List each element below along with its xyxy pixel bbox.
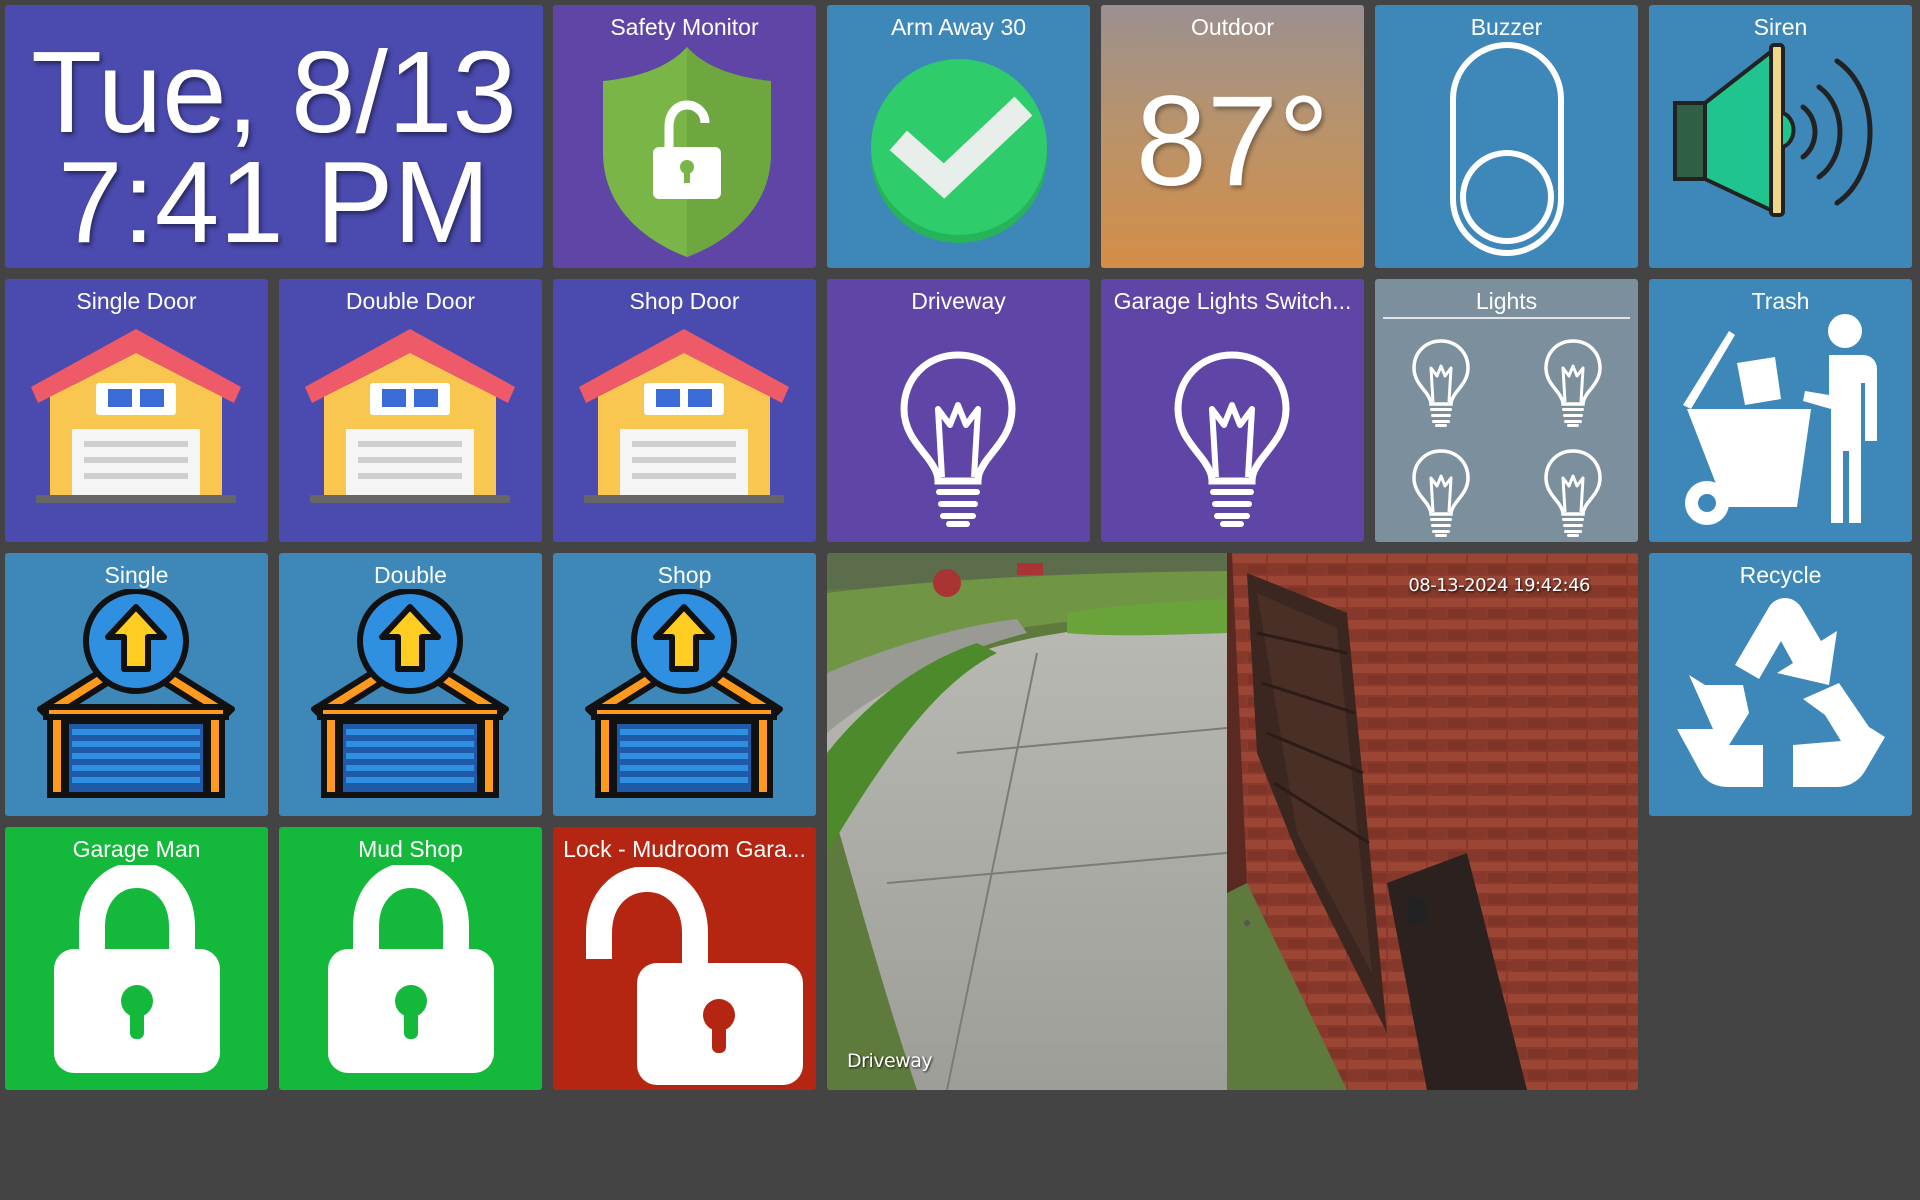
lightbulb-icon <box>1543 447 1603 537</box>
garage-open-icon <box>26 589 246 799</box>
garage-open-icon <box>300 589 520 799</box>
tile-title: Siren <box>1753 14 1808 40</box>
shield-unlocked-icon <box>603 47 771 257</box>
tile-title: Safety Monitor <box>610 14 759 40</box>
garage-man-lock-tile[interactable]: Garage Man <box>5 827 268 1090</box>
lock-locked-icon <box>52 865 222 1075</box>
driveway-camera-feed[interactable]: 08-13-2024 19:42:46 Driveway <box>827 553 1638 1090</box>
camera-label: Driveway <box>847 1050 933 1072</box>
single-door-tile[interactable]: Single Door <box>5 279 268 542</box>
camera-timestamp: 08-13-2024 19:42:46 <box>1408 575 1590 596</box>
speaker-icon <box>1673 42 1873 217</box>
tile-title: Arm Away 30 <box>890 14 1027 40</box>
outdoor-temperature-tile[interactable]: Outdoor 87° <box>1101 5 1364 268</box>
trash-person-icon <box>1683 314 1877 525</box>
garage-house-icon <box>26 325 246 505</box>
tile-title: Buzzer <box>1470 14 1543 40</box>
garage-house-icon <box>574 325 794 505</box>
tile-title: Mud Shop <box>358 836 463 862</box>
lock-unlocked-icon <box>573 867 813 1087</box>
clock-tile[interactable]: Tue, 8/13 7:41 PM <box>5 5 543 268</box>
tile-title: Double Door <box>345 288 476 314</box>
siren-tile[interactable]: Siren <box>1649 5 1912 268</box>
camera-image <box>827 553 1638 1090</box>
lock-locked-icon <box>326 865 496 1075</box>
double-garage-opener-tile[interactable]: Double <box>279 553 542 816</box>
arm-away-tile[interactable]: Arm Away 30 <box>827 5 1090 268</box>
recycle-icon <box>1677 598 1885 787</box>
trash-tile[interactable]: Trash <box>1649 279 1912 542</box>
tile-title: Trash <box>1751 288 1810 314</box>
lights-group-tile[interactable]: Lights <box>1375 279 1638 542</box>
garage-open-icon <box>574 589 794 799</box>
single-garage-opener-tile[interactable]: Single <box>5 553 268 816</box>
divider <box>1383 317 1630 319</box>
tile-title: Recycle <box>1739 562 1822 588</box>
garage-lights-switch-tile[interactable]: Garage Lights Switch... <box>1101 279 1364 542</box>
lightbulb-icon <box>1543 337 1603 427</box>
safety-monitor-tile[interactable]: Safety Monitor <box>553 5 816 268</box>
mud-shop-lock-tile[interactable]: Mud Shop <box>279 827 542 1090</box>
clock-time: 7:41 PM <box>58 137 490 267</box>
garage-house-icon <box>300 325 520 505</box>
tile-title: Single Door <box>76 288 197 314</box>
tile-title: Shop <box>657 562 712 588</box>
double-door-tile[interactable]: Double Door <box>279 279 542 542</box>
tile-title: Double <box>374 562 447 588</box>
buzzer-tile[interactable]: Buzzer <box>1375 5 1638 268</box>
driveway-light-tile[interactable]: Driveway <box>827 279 1090 542</box>
lightbulb-icon <box>1411 337 1471 427</box>
tile-title: Outdoor <box>1190 14 1275 40</box>
tile-title: Garage Lights Switch... <box>1113 288 1352 314</box>
tile-title: Shop Door <box>629 288 740 314</box>
mudroom-garage-lock-tile[interactable]: Lock - Mudroom Gara... <box>553 827 816 1090</box>
tile-title: Garage Man <box>72 836 201 862</box>
green-check-icon <box>871 59 1047 243</box>
temperature-value: 87° <box>1135 70 1330 213</box>
tile-title: Single <box>104 562 169 588</box>
shop-door-tile[interactable]: Shop Door <box>553 279 816 542</box>
tile-title: Driveway <box>911 288 1006 314</box>
tile-title: Lights <box>1475 288 1538 314</box>
tile-title: Lock - Mudroom Gara... <box>563 836 806 862</box>
lightbulb-icon <box>1411 447 1471 537</box>
recycle-tile[interactable]: Recycle <box>1649 553 1912 816</box>
toggle-off-icon <box>1450 42 1564 256</box>
lightbulb-icon <box>898 347 1018 527</box>
clock-date: Tue, 8/13 <box>31 27 517 157</box>
shop-garage-opener-tile[interactable]: Shop <box>553 553 816 816</box>
lightbulb-icon <box>1172 347 1292 527</box>
